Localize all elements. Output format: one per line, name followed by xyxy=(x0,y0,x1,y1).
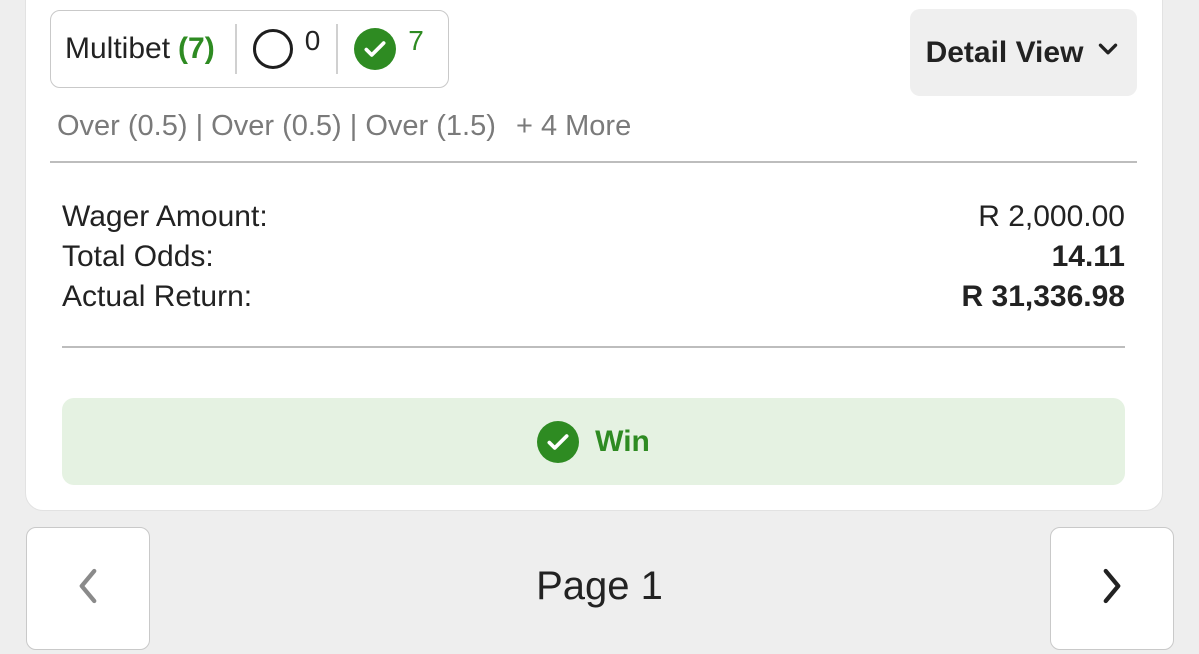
more-selections-link[interactable]: + 4 More xyxy=(516,110,631,142)
result-status-bar: Win xyxy=(62,398,1125,485)
open-legs-count: 0 xyxy=(304,25,321,56)
odds-row: Total Odds: 14.11 xyxy=(62,240,1125,274)
return-label: Actual Return: xyxy=(62,280,253,313)
odds-value: 14.11 xyxy=(1051,240,1125,273)
bet-summary-pill: Multibet (7) 0 7 xyxy=(50,10,449,88)
bet-legs-count: (7) xyxy=(178,32,215,65)
odds-label: Total Odds: xyxy=(62,240,214,273)
detail-view-label: Detail View xyxy=(925,35,1084,69)
bet-type-label: Multibet xyxy=(65,32,171,65)
chevron-down-icon xyxy=(1095,36,1121,70)
wager-value: R 2,000.00 xyxy=(978,200,1125,233)
divider xyxy=(336,24,339,74)
result-label: Win xyxy=(595,424,650,458)
divider xyxy=(50,161,1137,163)
return-value: R 31,336.98 xyxy=(961,280,1125,313)
open-circle-icon xyxy=(252,29,293,69)
return-row: Actual Return: R 31,336.98 xyxy=(62,280,1125,314)
check-circle-icon xyxy=(354,28,397,70)
check-circle-icon xyxy=(537,420,580,463)
selections-text: Over (0.5) | Over (0.5) | Over (1.5) xyxy=(57,110,496,142)
wager-row: Wager Amount: R 2,000.00 xyxy=(62,200,1125,234)
next-page-button[interactable] xyxy=(1050,527,1174,650)
page-indicator: Page 1 xyxy=(536,564,663,608)
divider xyxy=(62,346,1125,348)
wager-label: Wager Amount: xyxy=(62,200,268,233)
chevron-right-icon xyxy=(1097,566,1127,611)
detail-view-button[interactable]: Detail View xyxy=(910,9,1137,96)
divider xyxy=(234,24,237,74)
selections-summary: Over (0.5) | Over (0.5) | Over (1.5) + 4… xyxy=(57,110,631,143)
won-legs-count: 7 xyxy=(408,25,424,56)
